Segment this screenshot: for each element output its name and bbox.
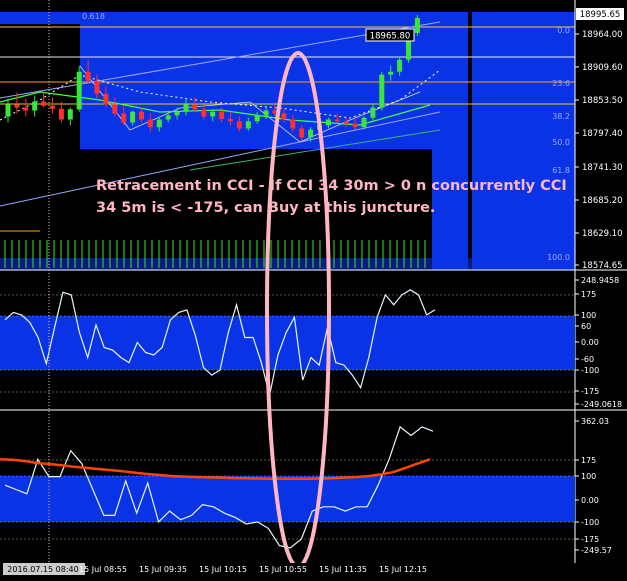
cci30-band xyxy=(0,316,575,370)
candle-body xyxy=(192,104,198,110)
candle-body xyxy=(201,109,207,117)
candle-body xyxy=(397,59,403,72)
candle-body xyxy=(334,119,340,122)
candle-body xyxy=(174,111,180,116)
cci5-tick-label: -100 xyxy=(581,518,599,527)
fib-label: 23.6 xyxy=(552,79,570,88)
candle-body xyxy=(210,111,216,117)
candle-body xyxy=(41,101,47,106)
chart-root: 0.618 0.0 23.6 38.2 50.0 61.8 100.0 18965.80 189… xyxy=(0,0,627,577)
candle-body xyxy=(325,119,331,126)
candle-body xyxy=(281,113,287,120)
cci5-tick-label: 100 xyxy=(581,472,596,481)
candle-body xyxy=(263,110,269,116)
price-tick-label: 18797.40 xyxy=(582,129,623,139)
candle-body xyxy=(414,17,420,33)
candle-body xyxy=(254,115,260,122)
cci5-tick-label: 0.00 xyxy=(581,496,599,505)
cci30-tick-label: -100 xyxy=(581,366,599,375)
cci30-tick-label: 248.9458 xyxy=(581,276,619,285)
candle-body xyxy=(94,80,100,94)
annotation-text: Retracement in CCI - If CCI 34 30m > 0 n… xyxy=(96,178,567,216)
candle-body xyxy=(165,115,171,120)
cci30-tick-label: -249.0618 xyxy=(581,400,622,409)
price-box-label: 18965.80 xyxy=(370,32,411,42)
candle-body xyxy=(219,111,225,119)
candle-body xyxy=(299,128,305,138)
candle-body xyxy=(58,108,64,120)
fib-label: 61.8 xyxy=(552,166,570,175)
fib-label: 100.0 xyxy=(547,253,570,262)
candle-body xyxy=(388,71,394,75)
candle-body xyxy=(245,121,251,129)
candle-body xyxy=(147,119,153,128)
candle-body xyxy=(112,104,118,114)
candle-body xyxy=(308,129,314,138)
cci30-tick-label: -175 xyxy=(581,387,599,396)
candle-body xyxy=(156,119,162,128)
price-tick-label: 18741.30 xyxy=(582,163,623,173)
cci30-tick-label: 60 xyxy=(581,322,591,331)
candle-body xyxy=(50,105,55,109)
cci5-tick-label: 362.03 xyxy=(581,417,609,426)
candle-body xyxy=(103,93,109,105)
candle-body xyxy=(23,107,29,111)
cci30-tick-label: 0.00 xyxy=(581,338,599,347)
price-tick-label: 18909.60 xyxy=(582,63,623,73)
fib-label: 0.0 xyxy=(557,26,570,35)
price-tick-label: 18853.50 xyxy=(582,96,623,106)
candle-body xyxy=(379,74,385,108)
candle-body xyxy=(183,104,189,112)
candle-body xyxy=(139,111,144,120)
x-tick-label: 15 Jul 10:15 xyxy=(199,565,247,574)
price-tick-label: 18685.20 xyxy=(582,196,623,206)
candle-body xyxy=(352,123,358,128)
x-tick-label: 15 Jul 11:35 xyxy=(319,565,367,574)
chart-svg: 0.618 0.0 23.6 38.2 50.0 61.8 100.0 18965.80 189… xyxy=(0,0,627,577)
cci30-tick-label: 175 xyxy=(581,290,596,299)
x-tick-label: 15 Jul 10:55 xyxy=(259,565,307,574)
candle-body xyxy=(370,107,376,118)
cci5-tick-label: 175 xyxy=(581,456,596,465)
price-tick-label: 18629.10 xyxy=(582,229,623,239)
price-tick-label: 18964.00 xyxy=(582,30,623,40)
candle-body xyxy=(76,71,82,110)
candle-body xyxy=(14,104,20,108)
fib-zone-strip xyxy=(0,12,80,24)
x-tick-label: 15 Jul 09:35 xyxy=(139,565,187,574)
candle-body xyxy=(130,111,136,123)
candle-body xyxy=(361,117,367,128)
cci5-tick-label: -175 xyxy=(581,535,599,544)
candle-body xyxy=(236,121,242,129)
candle-body xyxy=(85,71,91,81)
candle-body xyxy=(121,113,127,123)
candle-body xyxy=(67,109,73,120)
candle-body xyxy=(290,119,296,129)
x-tick-label: 15 Jul 08:55 xyxy=(79,565,127,574)
fib-label: 50.0 xyxy=(552,138,570,147)
cci5-tick-label: -249.57 xyxy=(581,546,612,555)
cci5-band xyxy=(0,476,575,522)
fib-label: 0.618 xyxy=(82,12,105,21)
x-tick-label: 2016.07.15 08:40 xyxy=(7,565,78,574)
candle-body xyxy=(5,104,11,117)
fib-zone-bottom xyxy=(0,258,575,270)
price-tick-label: 18995.65 xyxy=(580,10,621,20)
candle-body xyxy=(228,118,233,122)
x-tick-label: 15 Jul 12:15 xyxy=(379,565,427,574)
cci30-tick-label: -60 xyxy=(581,355,594,364)
cci30-tick-label: 100 xyxy=(581,311,596,320)
candle-body xyxy=(32,101,38,111)
candle-body xyxy=(343,121,349,124)
fib-label: 38.2 xyxy=(552,112,570,121)
